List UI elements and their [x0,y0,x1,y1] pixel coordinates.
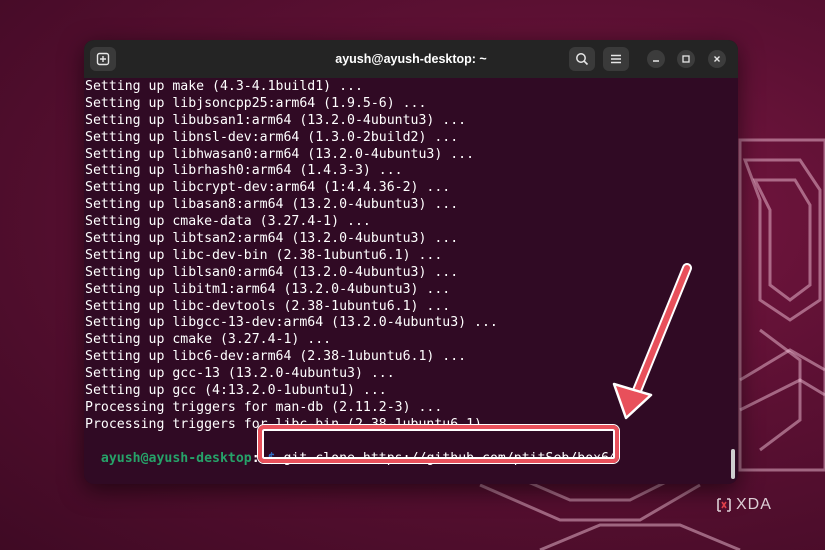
output-line: Setting up gcc (4:13.2.0-1ubuntu1) ... [85,383,387,399]
window-title: ayush@ayush-desktop: ~ [335,52,487,66]
terminal-scrollbar[interactable] [731,449,735,479]
output-line: Setting up libc-dev-bin (2.38-1ubuntu6.1… [85,247,443,263]
output-line: Setting up libubsan1:arm64 (13.2.0-4ubun… [85,112,467,128]
new-tab-button[interactable] [90,47,116,71]
prompt-user-host: ayush@ayush-desktop [100,451,252,466]
terminal-output: Setting up make (4.3-4.1build1) ... Sett… [85,79,514,434]
minimize-icon [653,60,659,62]
maximize-icon [682,55,690,63]
close-icon [714,56,720,62]
output-line: Setting up libtsan2:arm64 (13.2.0-4ubunt… [85,231,459,247]
output-line: Setting up libc-devtools (2.38-1ubuntu6.… [85,298,451,314]
title-bar: ayush@ayush-desktop: ~ [84,40,738,79]
search-button[interactable] [569,47,595,71]
output-line: Setting up libjsoncpp25:arm64 (1.9.5-6) … [85,95,427,111]
watermark-text: XDA [736,496,772,513]
minimize-button[interactable] [647,50,665,68]
output-line: Setting up libgcc-13-dev:arm64 (13.2.0-4… [85,315,498,331]
output-line: Setting up cmake (3.27.4-1) ... [85,332,332,348]
output-line: Setting up gcc-13 (13.2.0-4ubuntu3) ... [85,366,395,382]
new-tab-icon [96,52,110,66]
menu-button[interactable] [603,47,629,71]
close-button[interactable] [708,50,726,68]
search-icon [576,53,589,66]
maximize-button[interactable] [677,50,695,68]
output-line: Setting up libhwasan0:arm64 (13.2.0-4ubu… [85,146,475,162]
output-line: Setting up make (4.3-4.1build1) ... [85,79,363,94]
hamburger-menu-icon [611,54,621,64]
output-line: Setting up libasan8:arm64 (13.2.0-4ubunt… [85,197,459,213]
output-line: Setting up libcrypt-dev:arm64 (1:4.4.36-… [85,180,451,196]
output-line: Setting up librhash0:arm64 (1.4.3-3) ... [85,163,403,179]
output-line: Processing triggers for man-db (2.11.2-3… [85,399,443,415]
output-line: Setting up liblsan0:arm64 (13.2.0-4ubunt… [85,264,459,280]
output-line: Setting up libnsl-dev:arm64 (1.3.0-2buil… [85,129,459,145]
xda-logo-icon [717,498,731,512]
output-line: Setting up libc6-dev:arm64 (2.38-1ubuntu… [85,349,467,365]
output-line: Setting up cmake-data (3.27.4-1) ... [85,214,371,230]
command-highlight-box [258,425,619,463]
xda-watermark: XDA [716,494,772,516]
output-line: Setting up libitm1:arm64 (13.2.0-4ubuntu… [85,281,451,297]
